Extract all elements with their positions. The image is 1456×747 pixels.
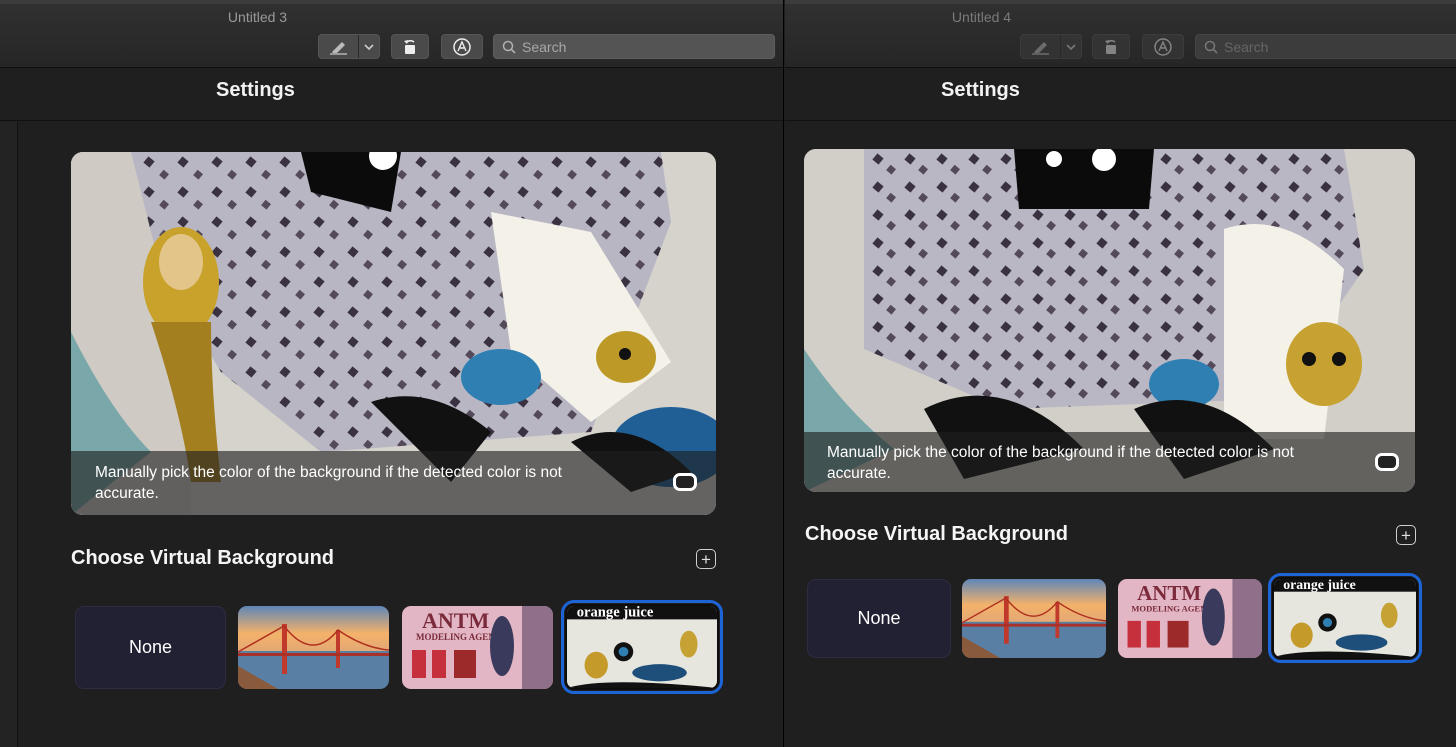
rotate-icon [404,39,415,54]
pen-icon [1021,35,1061,58]
search-field[interactable]: Search [1195,34,1456,59]
window-title: Untitled 4 [951,9,1012,25]
window-untitled-4: Untitled 4 Search Settings Manually pick… [785,0,1456,747]
orange-juice-text: orange juice [577,606,654,620]
settings-header: Settings [785,69,1456,121]
settings-header: Settings [0,69,783,121]
background-golden-gate[interactable] [962,579,1106,658]
settings-title: Settings [216,79,295,101]
search-placeholder: Search [1224,38,1269,55]
search-field[interactable]: Search [493,34,775,59]
title-bar: Untitled 4 Search [785,4,1456,68]
preview-caption: Manually pick the color of the backgroun… [804,432,1415,492]
title-bar: Untitled 3 Search [0,4,783,68]
search-placeholder: Search [522,38,567,55]
pen-icon [319,35,359,58]
search-icon [502,40,516,54]
add-background-button[interactable]: + [1396,525,1416,545]
background-orange-juice[interactable]: orange juice [561,600,723,694]
settings-title: Settings [941,79,1020,101]
camera-preview: Manually pick the color of the backgroun… [71,152,716,515]
chevron-down-icon[interactable] [1061,35,1081,58]
search-icon [1204,40,1218,54]
background-none[interactable]: None [75,606,226,689]
preview-caption: Manually pick the color of the backgroun… [71,451,716,515]
background-antm[interactable]: ANTM MODELING AGENCY [402,606,553,689]
sidebar-edge [0,122,18,747]
antm-text: ANTM [422,608,489,633]
background-orange-juice[interactable]: orange juice [1268,573,1422,663]
antm-text: ANTM [1137,581,1201,605]
camera-preview: Manually pick the color of the backgroun… [804,149,1415,492]
choose-bg-title: Choose Virtual Background [805,523,1069,545]
background-antm[interactable]: ANTM MODELING AGENCY [1118,579,1262,658]
choose-bg-title: Choose Virtual Background [71,547,335,569]
pen-tool-button[interactable] [318,34,380,59]
chevron-down-icon[interactable] [359,35,379,58]
pen-tool-button[interactable] [1020,34,1082,59]
background-golden-gate[interactable] [238,606,389,689]
markup-button[interactable] [441,34,483,59]
background-none[interactable]: None [807,579,951,658]
rotate-icon [1105,39,1116,54]
orange-juice-text: orange juice [1283,579,1356,592]
add-background-button[interactable]: + [696,549,716,569]
markup-button[interactable] [1142,34,1184,59]
pick-color-toggle[interactable] [673,473,697,491]
rotate-button[interactable] [391,34,429,59]
markup-icon [453,37,471,56]
window-title: Untitled 3 [227,9,288,25]
pick-color-toggle[interactable] [1375,453,1399,471]
window-untitled-3: Untitled 3 Search Settings Manually pick… [0,0,784,747]
markup-icon [1154,37,1172,56]
rotate-button[interactable] [1092,34,1130,59]
